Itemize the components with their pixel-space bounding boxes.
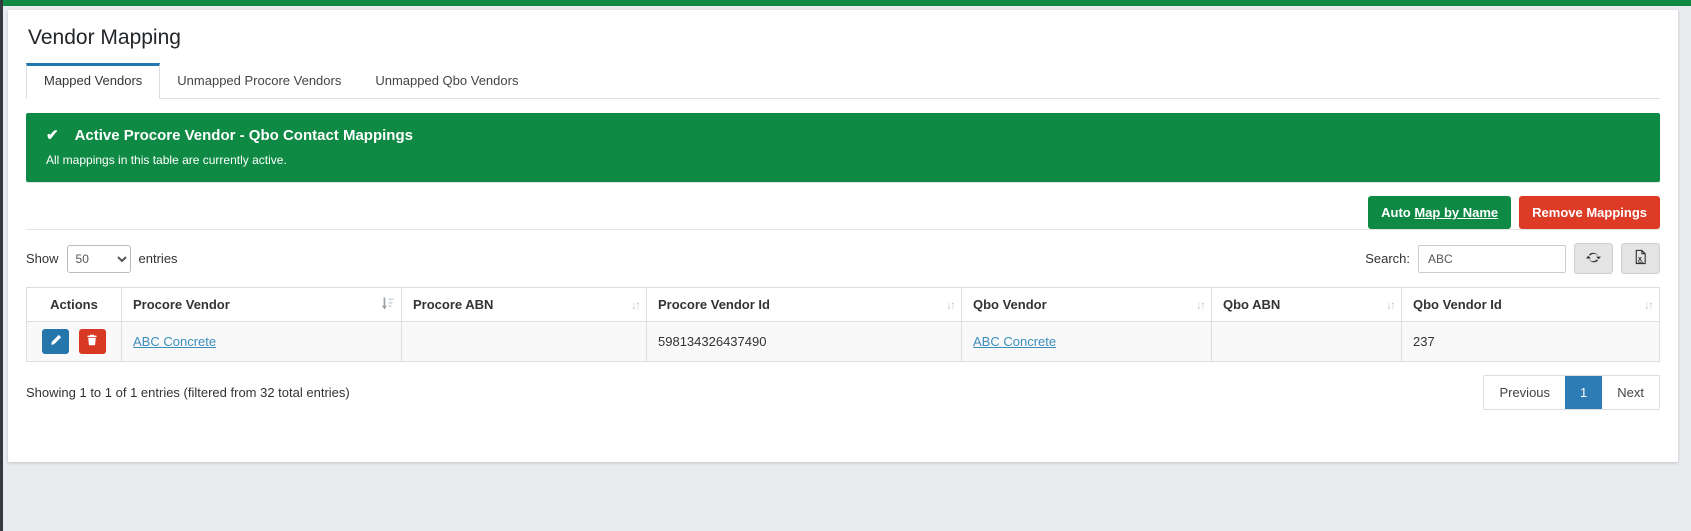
- column-header-procore-abn[interactable]: Procore ABN ↓↑: [401, 287, 647, 322]
- sort-both-icon: ↓↑: [631, 297, 641, 312]
- entries-summary: Showing 1 to 1 of 1 entries (filtered fr…: [26, 385, 350, 400]
- tab-bar: Mapped Vendors Unmapped Procore Vendors …: [26, 63, 1660, 99]
- alert-title-row: ✔ Active Procore Vendor - Qbo Contact Ma…: [46, 126, 1640, 145]
- refresh-icon: [1586, 250, 1601, 268]
- sort-both-icon: ↓↑: [1386, 297, 1396, 312]
- table-controls-row: Show 50 entries Search: x: [26, 243, 1660, 274]
- left-edge-strip: [0, 0, 3, 531]
- vendor-mapping-table: Actions Procore Vendor Procore ABN ↓↑ Pr…: [26, 287, 1660, 362]
- column-header-qbo-vendor[interactable]: Qbo Vendor ↓↑: [961, 287, 1212, 322]
- sort-both-icon: ↓↑: [946, 297, 956, 312]
- vendor-mapping-panel: Vendor Mapping Mapped Vendors Unmapped P…: [8, 10, 1678, 462]
- tab-unmapped-qbo-vendors[interactable]: Unmapped Qbo Vendors: [358, 64, 535, 98]
- pagination-page-1-button[interactable]: 1: [1565, 376, 1603, 409]
- page-length-control: Show 50 entries: [26, 244, 178, 273]
- active-mappings-alert: ✔ Active Procore Vendor - Qbo Contact Ma…: [26, 113, 1660, 182]
- edit-mapping-button[interactable]: [42, 329, 70, 354]
- table-row: ABC Concrete 598134326437490 ABC Concret…: [26, 321, 1660, 362]
- qbo-vendor-cell: ABC Concrete: [961, 321, 1212, 362]
- qbo-vendor-id-cell: 237: [1401, 321, 1660, 362]
- page-title: Vendor Mapping: [28, 26, 181, 49]
- divider-bottom: [26, 229, 1660, 230]
- column-header-qbo-vendor-id[interactable]: Qbo Vendor Id ↓↑: [1401, 287, 1660, 322]
- tab-unmapped-procore-vendors[interactable]: Unmapped Procore Vendors: [160, 64, 358, 98]
- delete-mapping-button[interactable]: [78, 329, 106, 354]
- pagination-next-button[interactable]: Next: [1602, 376, 1659, 409]
- sort-both-icon: ↓↑: [1196, 297, 1206, 312]
- alert-message: All mappings in this table are currently…: [46, 153, 287, 167]
- bulk-actions-row: Auto Map by Name Remove Mappings: [26, 196, 1660, 229]
- top-accent-bar: [0, 0, 1691, 6]
- refresh-button[interactable]: [1574, 243, 1613, 274]
- procore-vendor-cell: ABC Concrete: [121, 321, 402, 362]
- entries-label: entries: [138, 251, 178, 266]
- column-header-procore-vendor[interactable]: Procore Vendor: [121, 287, 402, 322]
- procore-vendor-link[interactable]: ABC Concrete: [133, 334, 216, 349]
- trash-icon: [86, 334, 98, 349]
- column-header-procore-vendor-id[interactable]: Procore Vendor Id ↓↑: [646, 287, 962, 322]
- auto-map-by-name-button[interactable]: Auto Map by Name: [1368, 196, 1512, 229]
- divider-top: [26, 182, 1660, 183]
- tab-mapped-vendors[interactable]: Mapped Vendors: [26, 63, 161, 99]
- pagination: Previous 1 Next: [1483, 375, 1660, 410]
- alert-title: Active Procore Vendor - Qbo Contact Mapp…: [74, 126, 413, 144]
- svg-text:x: x: [1638, 254, 1643, 263]
- search-label: Search:: [1365, 251, 1410, 266]
- row-actions-cell: [26, 321, 122, 362]
- table-footer-row: Showing 1 to 1 of 1 entries (filtered fr…: [26, 375, 1660, 410]
- search-control: Search: x: [1365, 243, 1660, 274]
- qbo-abn-cell: [1211, 321, 1402, 362]
- column-header-actions: Actions: [26, 287, 122, 322]
- export-excel-button[interactable]: x: [1621, 243, 1660, 274]
- qbo-vendor-link[interactable]: ABC Concrete: [973, 334, 1056, 349]
- check-icon: ✔: [46, 127, 59, 144]
- page-length-select[interactable]: 50: [66, 244, 131, 273]
- show-label: Show: [26, 251, 59, 266]
- sort-active-icon: [381, 297, 394, 312]
- pagination-previous-button[interactable]: Previous: [1484, 376, 1566, 409]
- table-header-row: Actions Procore Vendor Procore ABN ↓↑ Pr…: [26, 287, 1660, 322]
- search-input[interactable]: [1418, 244, 1566, 273]
- column-header-qbo-abn[interactable]: Qbo ABN ↓↑: [1211, 287, 1402, 322]
- procore-vendor-id-cell: 598134326437490: [646, 321, 962, 362]
- remove-mappings-button[interactable]: Remove Mappings: [1519, 196, 1660, 229]
- excel-export-icon: x: [1633, 249, 1648, 268]
- procore-abn-cell: [401, 321, 647, 362]
- pencil-icon: [50, 334, 62, 349]
- sort-both-icon: ↓↑: [1644, 297, 1654, 312]
